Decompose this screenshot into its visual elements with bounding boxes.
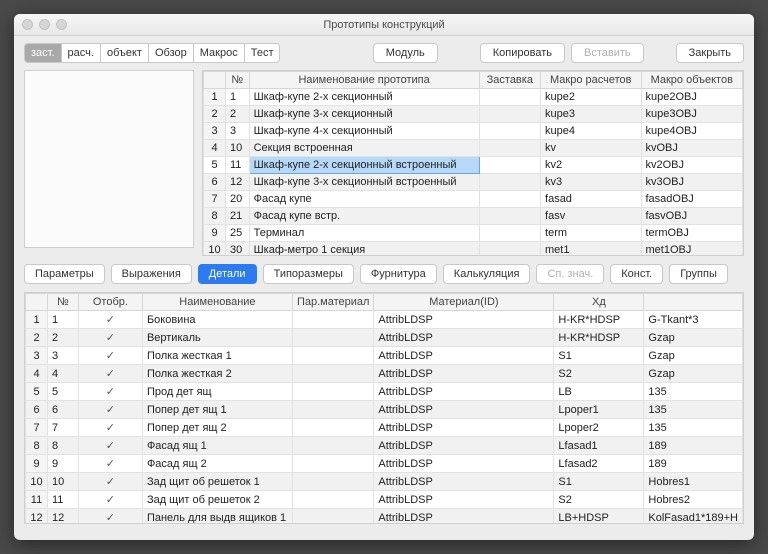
- module-button[interactable]: Модуль: [373, 43, 438, 63]
- segment-3[interactable]: Обзор: [149, 44, 194, 62]
- detail-row[interactable]: 1212✓Панель для выдв ящиков 1AttribLDSPL…: [26, 509, 743, 525]
- segment-4[interactable]: Макрос: [194, 44, 245, 62]
- tab-5[interactable]: Калькуляция: [443, 264, 531, 284]
- detail-row[interactable]: 11✓БоковинаAttribLDSPH-KR*HDSPG-Tkant*3: [26, 311, 743, 329]
- paste-button[interactable]: Вставить: [571, 43, 644, 63]
- close-icon[interactable]: [22, 19, 33, 30]
- detail-row[interactable]: 1111✓Зад щит об решеток 2AttribLDSPS2Hob…: [26, 491, 743, 509]
- traffic-lights: [22, 19, 67, 30]
- close-button[interactable]: Закрыть: [676, 43, 744, 63]
- segment-1[interactable]: расч.: [62, 44, 101, 62]
- tab-3[interactable]: Типоразмеры: [263, 264, 354, 284]
- detail-row[interactable]: 1010✓Зад щит об решеток 1AttribLDSPS1Hob…: [26, 473, 743, 491]
- col-num2[interactable]: №: [48, 294, 79, 311]
- col-last[interactable]: [644, 294, 743, 311]
- col-matid[interactable]: Материал(ID): [374, 294, 554, 311]
- segment-5[interactable]: Тест: [245, 44, 280, 62]
- col-otob[interactable]: Отобр.: [78, 294, 142, 311]
- prototype-row[interactable]: 410Секция встроеннаяkvkvOBJ: [204, 140, 743, 157]
- toolbar: заст.расч.объектОбзорМакросТест Модуль К…: [14, 36, 754, 70]
- tab-8[interactable]: Группы: [669, 264, 728, 284]
- details-table[interactable]: № Отобр. Наименование Пар.материал Матер…: [24, 292, 744, 524]
- detail-row[interactable]: 44✓Полка жесткая 2AttribLDSPS2Gzap: [26, 365, 743, 383]
- col-name[interactable]: Наименование прототипа: [249, 72, 479, 89]
- col-macrocalc[interactable]: Макро расчетов: [541, 72, 641, 89]
- col-splash[interactable]: Заставка: [479, 72, 540, 89]
- col-num[interactable]: №: [226, 72, 250, 89]
- prototype-row[interactable]: 22Шкаф-купе 3-х секционныйkupe3kupe3OBJ: [204, 106, 743, 123]
- tab-2[interactable]: Детали: [198, 264, 257, 284]
- tab-bar: Параметры Выражения Детали Типоразмеры Фурни…: [14, 256, 754, 292]
- prototype-row[interactable]: 925ТерминалtermtermOBJ: [204, 225, 743, 242]
- prototype-row[interactable]: 612Шкаф-купе 3-х секционный встроенныйkv…: [204, 174, 743, 191]
- prototypes-table[interactable]: № Наименование прототипа Заставка Макро …: [202, 70, 744, 256]
- detail-row[interactable]: 99✓Фасад ящ 2AttribLDSPLfasad2189: [26, 455, 743, 473]
- tab-4[interactable]: Фурнитура: [360, 264, 437, 284]
- segment-2[interactable]: объект: [101, 44, 149, 62]
- prototype-row[interactable]: 1030Шкаф-метро 1 секцияmet1met1OBJ: [204, 242, 743, 256]
- prototype-row[interactable]: 33Шкаф-купе 4-х секционныйkupe4kupe4OBJ: [204, 123, 743, 140]
- detail-row[interactable]: 66✓Попер дет ящ 1AttribLDSPLpoper1135: [26, 401, 743, 419]
- detail-row[interactable]: 22✓ВертикальAttribLDSPH-KR*HDSPGzap: [26, 329, 743, 347]
- tab-0[interactable]: Параметры: [24, 264, 105, 284]
- minimize-icon[interactable]: [39, 19, 50, 30]
- detail-row[interactable]: 33✓Полка жесткая 1AttribLDSPS1Gzap: [26, 347, 743, 365]
- prototype-row[interactable]: 821Фасад купе встр.fasvfasvOBJ: [204, 208, 743, 225]
- detail-row[interactable]: 77✓Попер дет ящ 2AttribLDSPLpoper2135: [26, 419, 743, 437]
- tab-6[interactable]: Сп. знач.: [536, 264, 604, 284]
- col-xd[interactable]: Xд: [554, 294, 644, 311]
- prototype-row[interactable]: 11Шкаф-купе 2-х секционныйkupe2kupe2OBJ: [204, 89, 743, 106]
- prototype-row[interactable]: 720Фасад купеfasadfasadOBJ: [204, 191, 743, 208]
- prototype-row[interactable]: 511Шкаф-купе 2-х секционный встроенныйkv…: [204, 157, 743, 174]
- titlebar[interactable]: Прототипы конструкций: [14, 14, 754, 36]
- app-window: Прототипы конструкций заст.расч.объектОб…: [14, 14, 754, 540]
- detail-row[interactable]: 88✓Фасад ящ 1AttribLDSPLfasad1189: [26, 437, 743, 455]
- tab-1[interactable]: Выражения: [111, 264, 192, 284]
- copy-button[interactable]: Копировать: [480, 43, 565, 63]
- col-name2[interactable]: Наименование: [142, 294, 292, 311]
- preview-pane: [24, 70, 194, 248]
- window-title: Прототипы конструкций: [323, 19, 444, 31]
- col-parmat[interactable]: Пар.материал: [292, 294, 373, 311]
- view-segment: заст.расч.объектОбзорМакросТест: [24, 43, 280, 63]
- col-macroobj[interactable]: Макро объектов: [641, 72, 743, 89]
- detail-row[interactable]: 55✓Прод дет ящAttribLDSPLB135: [26, 383, 743, 401]
- segment-0[interactable]: заст.: [25, 44, 62, 62]
- zoom-icon[interactable]: [56, 19, 67, 30]
- tab-7[interactable]: Конст.: [610, 264, 663, 284]
